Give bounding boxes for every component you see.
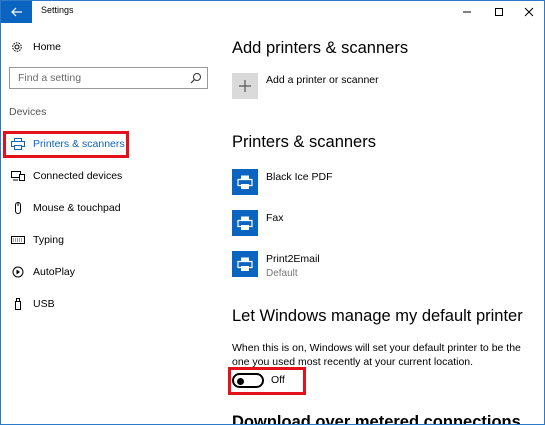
printer-tile [232,210,258,236]
sidebar: Home Devices Printers & scanners [1,23,216,424]
add-printer-label: Add a printer or scanner [266,74,379,86]
back-button[interactable] [1,1,32,23]
add-tile [232,73,258,99]
printer-icon [237,175,253,189]
home-label: Home [33,41,62,53]
sidebar-item-typing[interactable]: Typing [1,227,216,253]
toggle-state-label: Off [271,374,285,386]
sidebar-item-label: Mouse & touchpad [33,202,121,214]
search-input[interactable] [10,68,180,88]
add-printer-button[interactable]: Add a printer or scanner [232,73,379,99]
sidebar-item-autoplay[interactable]: AutoPlay [1,259,216,285]
printer-name: Black Ice PDF [266,171,333,183]
close-icon [524,7,534,17]
close-button[interactable] [513,1,544,23]
section-label-devices: Devices [9,106,47,118]
title-bar: Settings [1,1,544,23]
minimize-button[interactable] [451,1,483,23]
maximize-button[interactable] [483,1,515,23]
search-icon[interactable] [190,72,202,84]
window-title: Settings [41,5,74,15]
autoplay-icon [11,266,25,278]
settings-window: Settings Home Find a setting Devices Pri… [0,0,545,425]
printer-icon [237,257,253,271]
sidebar-item-usb[interactable]: USB [1,291,216,317]
default-printer-heading: Let Windows manage my default printer [232,307,523,325]
sidebar-item-connected-devices[interactable]: Connected devices [1,163,216,189]
sidebar-item-mouse-touchpad[interactable]: Mouse & touchpad [1,195,216,221]
metered-connections-heading: Download over metered connections [232,413,521,425]
printer-tile [232,169,258,195]
mouse-icon [11,202,25,214]
sidebar-item-label: Connected devices [33,170,123,182]
toggle-knob [237,377,244,385]
printer-item-print2email[interactable]: Print2Email Default [232,251,320,279]
highlight-box-printers [3,131,129,158]
add-printers-heading: Add printers & scanners [232,39,409,57]
printer-item-black-ice-pdf[interactable]: Black Ice PDF [232,169,333,195]
default-printer-toggle[interactable] [232,373,264,388]
printer-name: Print2Email [266,253,320,265]
printer-status: Default [266,268,298,279]
back-arrow-icon [10,7,22,17]
printer-name: Fax [266,212,284,224]
minimize-icon [463,11,471,13]
printers-heading: Printers & scanners [232,133,376,151]
printer-tile [232,251,258,277]
main-content: Add printers & scanners Add a printer or… [216,23,544,425]
sidebar-item-label: USB [33,298,55,310]
maximize-icon [495,8,503,16]
keyboard-icon [11,234,25,246]
plus-icon [239,80,251,92]
search-box[interactable] [9,67,208,89]
printer-item-fax[interactable]: Fax [232,210,284,236]
printer-icon [237,216,253,230]
sidebar-item-label: Typing [33,234,64,246]
connected-devices-icon [11,170,25,182]
sidebar-item-home[interactable]: Home [11,39,61,55]
gear-icon [11,41,23,53]
sidebar-item-label: AutoPlay [33,266,76,278]
default-printer-description: When this is on, Windows will set your d… [232,342,521,368]
usb-icon [11,298,25,310]
